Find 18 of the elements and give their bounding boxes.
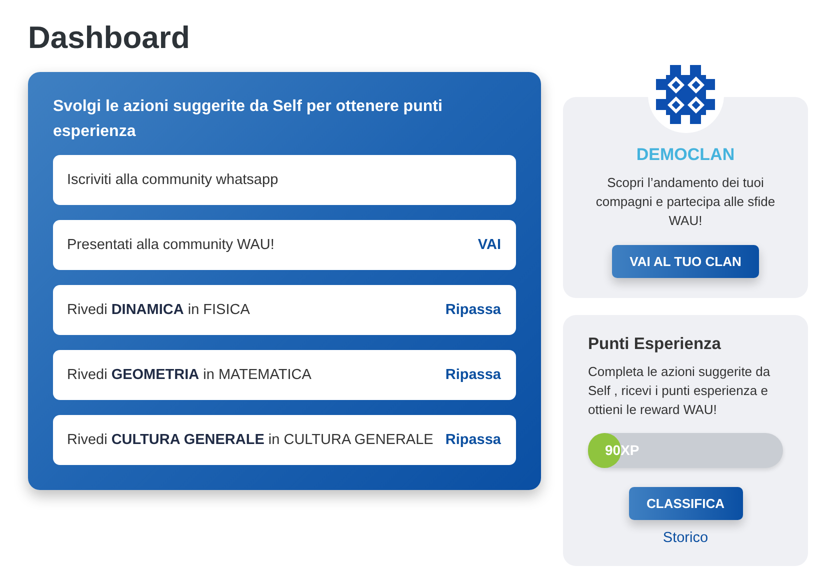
panel-heading: Svolgi le azioni suggerite da Self per ottenere punti esperienza — [53, 97, 444, 142]
action-link[interactable]: Ripassa — [445, 432, 501, 448]
history-link[interactable]: Storico — [662, 530, 708, 546]
experience-title: Punti Esperienza — [588, 335, 722, 354]
action-link[interactable]: VAI — [478, 237, 501, 253]
suggestion-text: Presentati alla community WAU! — [67, 237, 274, 253]
suggestion-text: Rivedi CULTURA GENERALE in CULTURA GENERALE — [67, 432, 434, 448]
action-link[interactable]: Ripassa — [445, 302, 501, 318]
clan-description: Scopri l’andamento dei tuoi compagni e partecipa alle sfide WAU! — [594, 174, 776, 230]
clan-name: DEMOCLAN — [636, 145, 735, 165]
suggestion-text: Rivedi GEOMETRIA in MATEMATICA — [67, 367, 312, 383]
action-link[interactable]: Ripassa — [445, 367, 501, 383]
clan-button[interactable]: VAI AL TUO CLAN — [612, 245, 760, 278]
experience-description: Completa le azioni suggerite da Self , ricevi i punti esperienza e ottieni le reward WAU! — [588, 363, 772, 419]
suggestion-text: Iscriviti alla community whatsapp — [67, 172, 278, 188]
page-title: Dashboard — [28, 19, 191, 57]
suggestion-text: Rivedi DINAMICA in FISICA — [67, 302, 250, 318]
leaderboard-button[interactable]: CLASSIFICA — [628, 487, 742, 520]
